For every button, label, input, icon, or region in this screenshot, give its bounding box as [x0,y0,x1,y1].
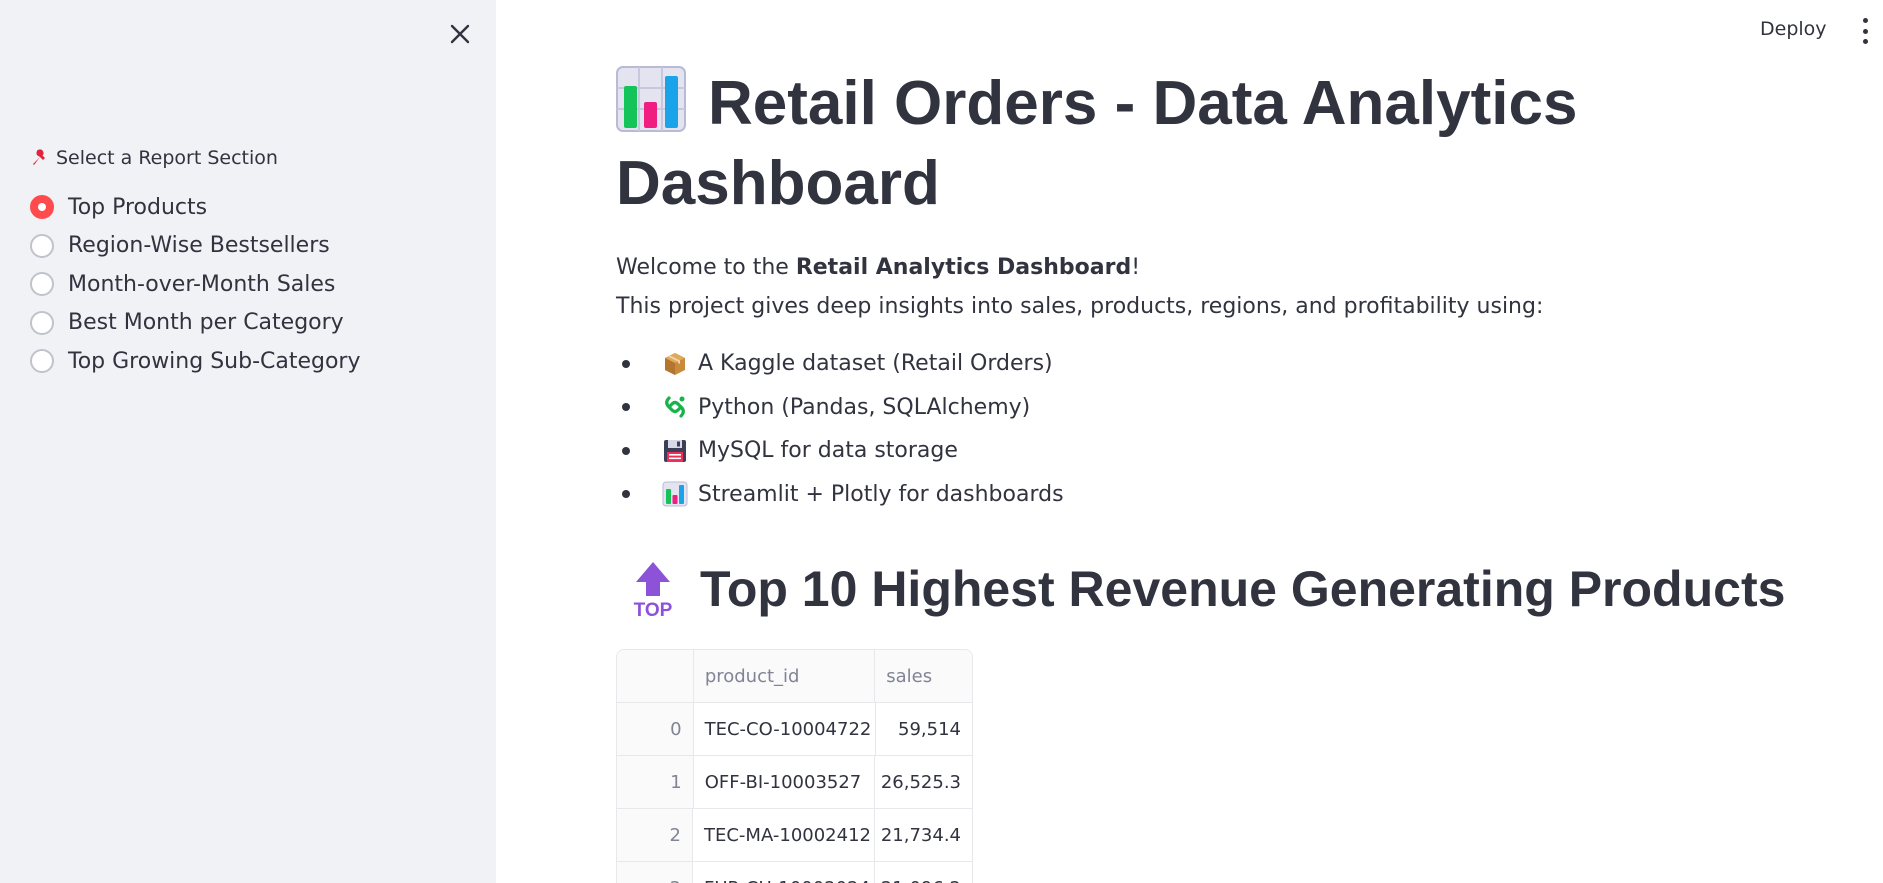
section-title: Top 10 Highest Revenue Generating Produc… [700,561,1786,617]
report-section-radio-group: Top Products Region-Wise Bestsellers Mon… [30,188,361,381]
list-item-text: MySQL for data storage [698,438,958,464]
radio-option-top-products[interactable]: Top Products [30,188,361,227]
page-title-text: Retail Orders - Data Analytics Dashboard [616,69,1578,218]
radio-option-region-wise-bestsellers[interactable]: Region-Wise Bestsellers [30,227,361,266]
close-sidebar-button[interactable] [446,20,474,48]
radio-option-top-growing-sub-category[interactable]: Top Growing Sub-Category [30,342,361,381]
sales-cell[interactable]: 26,525.3 [875,756,972,808]
python-icon [665,396,685,418]
list-item: MySQL for data storage [616,429,1064,473]
list-item-text: Python (Pandas, SQLAlchemy) [698,394,1031,420]
table-row: 3 FUR-CH-10002024 21,096.2 [617,862,972,883]
package-icon [665,352,685,375]
top-arrow-icon: TOP [634,562,673,618]
radio-option-month-over-month-sales[interactable]: Month-over-Month Sales [30,265,361,304]
radio-option-label: Top Products [68,194,208,220]
list-item: Python (Pandas, SQLAlchemy) [616,386,1064,430]
table-header-sales[interactable]: sales [875,650,972,702]
close-icon [450,24,470,44]
kebab-menu-icon[interactable] [1860,18,1870,44]
welcome-text: Welcome to the Retail Analytics Dashboar… [616,248,1543,326]
list-item: Streamlit + Plotly for dashboards [616,473,1064,517]
bar-chart-icon [662,481,688,507]
table-header-index[interactable] [617,650,694,702]
intro-line: This project gives deep insights into sa… [616,294,1544,319]
section-heading: TOP Top 10 Highest Revenue Generating Pr… [628,560,1786,618]
list-item-text: Streamlit + Plotly for dashboards [698,481,1064,507]
product-id-cell[interactable]: OFF-BI-10003527 [694,756,875,808]
product-id-cell[interactable]: TEC-MA-10002412 [693,809,875,861]
table-header-row: product_id sales [617,650,972,703]
radio-button-selected[interactable] [30,195,54,220]
report-section-label-text: Select a Report Section [56,147,278,169]
tech-stack-list: A Kaggle dataset (Retail Orders) Python … [616,342,1064,516]
row-index-cell[interactable]: 1 [617,756,694,808]
report-section-label: Select a Report Section [30,147,278,169]
welcome-suffix: ! [1131,255,1141,280]
top-icon-text: TOP [634,600,673,618]
table-row: 0 TEC-CO-10004722 59,514 [617,703,972,756]
table-header-product-id[interactable]: product_id [694,650,876,702]
table-row: 1 OFF-BI-10003527 26,525.3 [617,756,972,809]
sales-cell[interactable]: 21,734.4 [875,809,972,861]
radio-button[interactable] [30,349,54,374]
row-index-cell[interactable]: 3 [617,862,693,883]
pushpin-icon [33,149,45,165]
sales-cell[interactable]: 21,096.2 [875,862,972,883]
page-title: Retail Orders - Data Analytics Dashboard [616,64,1846,224]
radio-option-label: Month-over-Month Sales [68,271,336,297]
sidebar: Select a Report Section Top Products Reg… [0,0,496,883]
sales-cell[interactable]: 59,514 [876,703,972,755]
radio-button[interactable] [30,233,54,258]
row-index-cell[interactable]: 0 [617,703,694,755]
radio-option-label: Region-Wise Bestsellers [68,233,330,259]
welcome-bold: Retail Analytics Dashboard [795,255,1132,280]
floppy-disk-icon [664,439,686,462]
list-item: A Kaggle dataset (Retail Orders) [616,342,1064,386]
table-row: 2 TEC-MA-10002412 21,734.4 [617,809,972,862]
row-index-cell[interactable]: 2 [617,809,693,861]
radio-button[interactable] [30,272,54,297]
product-id-cell[interactable]: FUR-CH-10002024 [693,862,875,883]
radio-option-label: Top Growing Sub-Category [68,348,361,374]
radio-button[interactable] [30,310,54,335]
list-item-text: A Kaggle dataset (Retail Orders) [698,351,1053,377]
welcome-prefix: Welcome to the [616,255,796,280]
bar-chart-icon [616,66,686,132]
top-products-table[interactable]: product_id sales 0 TEC-CO-10004722 59,51… [616,649,973,883]
product-id-cell[interactable]: TEC-CO-10004722 [694,703,876,755]
radio-option-label: Best Month per Category [68,310,344,336]
welcome-line: Welcome to the Retail Analytics Dashboar… [616,248,1543,287]
radio-option-best-month-per-category[interactable]: Best Month per Category [30,304,361,343]
deploy-button[interactable]: Deploy [1756,16,1831,42]
